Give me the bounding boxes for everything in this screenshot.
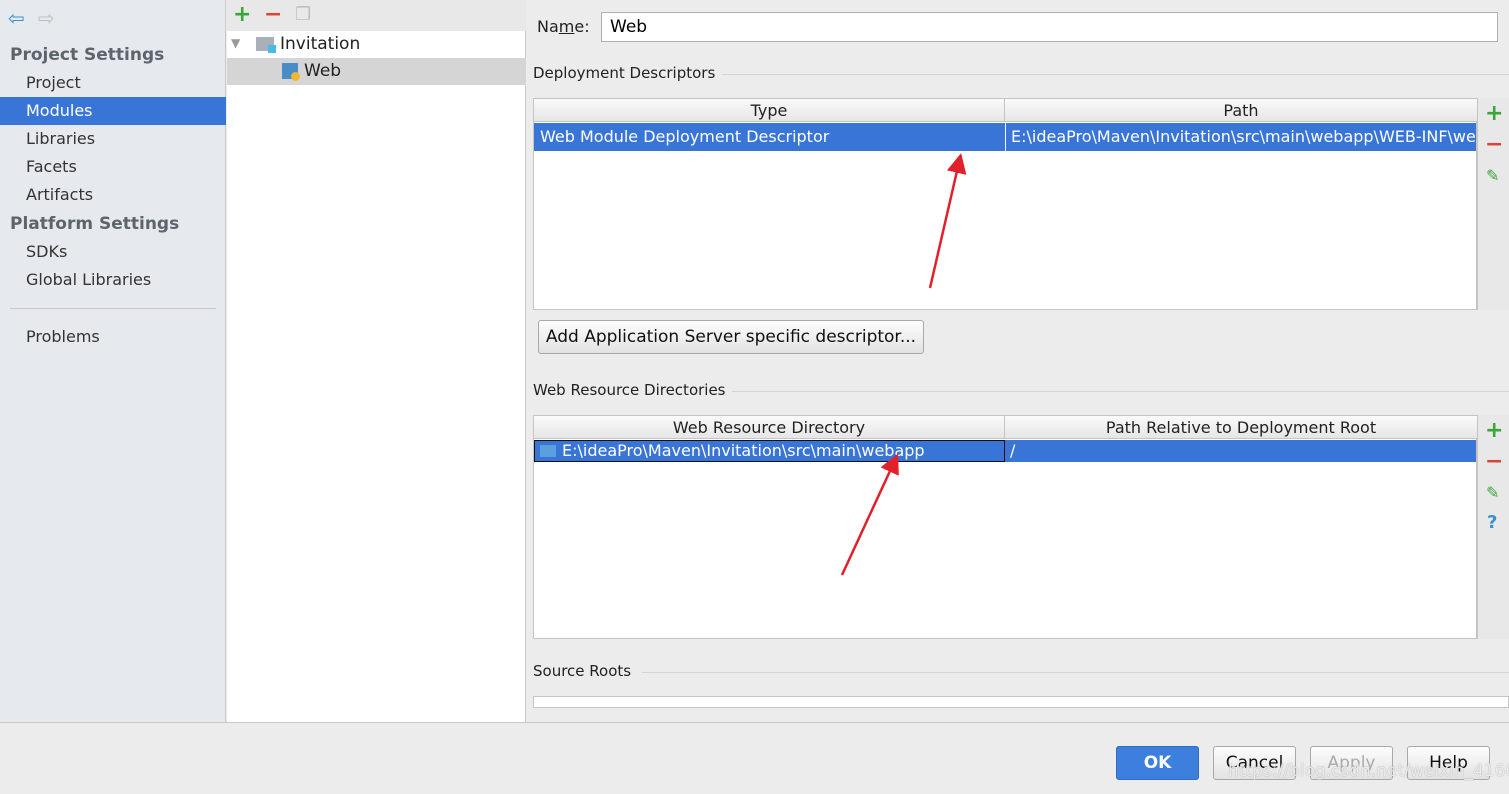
dialog-button-bar: OK Cancel Apply Help https://blog.csdn.n… (0, 722, 1509, 794)
watermark: https://blog.csdn.net/weixin_41660948 (1228, 761, 1509, 781)
annotation-arrow (928, 153, 967, 289)
annotation-arrows (840, 153, 967, 576)
annotation-arrow (840, 453, 899, 576)
ok-button[interactable]: OK (1116, 746, 1199, 780)
